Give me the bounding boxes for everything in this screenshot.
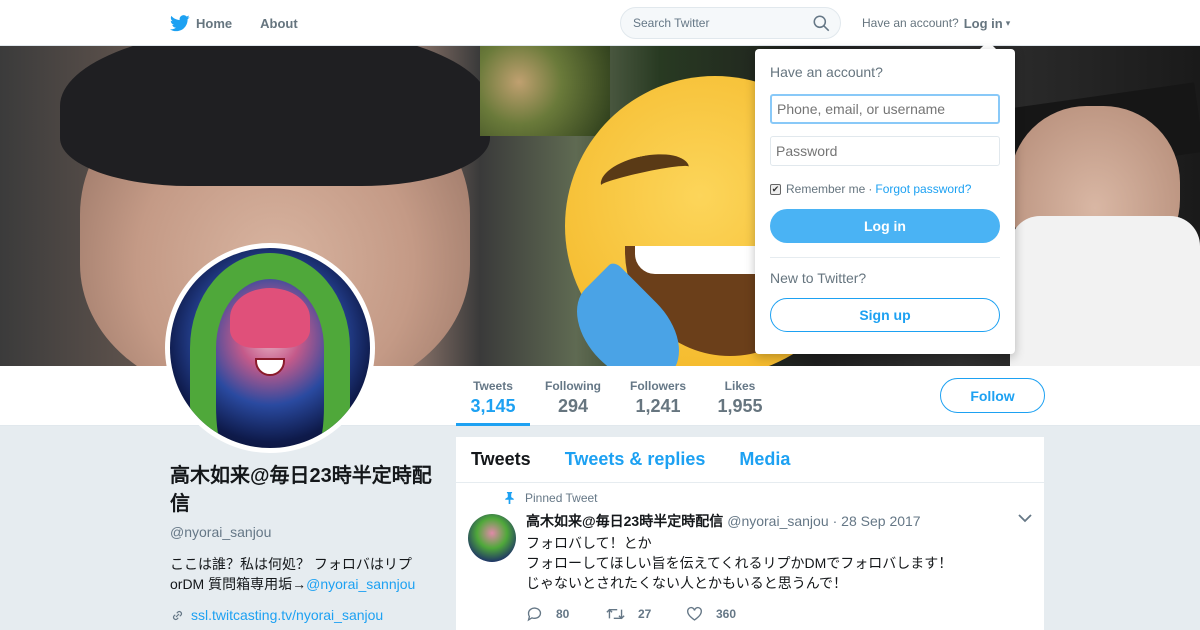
password-input[interactable] bbox=[770, 136, 1000, 166]
profile-info: 高木如来@毎日23時半定時配信 @nyorai_sanjou ここは誰？私は何処… bbox=[170, 462, 440, 623]
pin-icon bbox=[505, 492, 514, 504]
stat-likes[interactable]: Likes 1,955 bbox=[712, 366, 768, 426]
stat-value: 1,241 bbox=[635, 396, 681, 416]
new-to-twitter-text: New to Twitter? bbox=[770, 270, 867, 286]
tweet-avatar[interactable] bbox=[468, 514, 516, 562]
have-account-text: Have an account? bbox=[862, 16, 959, 30]
like-button[interactable]: 360 bbox=[686, 606, 766, 622]
forgot-password-link[interactable]: Forgot password? bbox=[875, 182, 971, 196]
remember-row: ✔ Remember me · Forgot password? bbox=[770, 182, 1000, 196]
nav-left: Home About bbox=[170, 0, 326, 46]
emoji-eye bbox=[596, 147, 694, 205]
profile-name[interactable]: 高木如来@毎日23時半定時配信 bbox=[170, 462, 440, 518]
banner-hair bbox=[60, 46, 490, 186]
tweet-line: じゃないとされたくない人とかもいると思うんで！ bbox=[526, 575, 848, 591]
stat-value: 1,955 bbox=[717, 396, 763, 416]
timeline: Tweets Tweets & replies Media Pinned Twe… bbox=[456, 437, 1044, 630]
search-icon[interactable] bbox=[813, 15, 830, 32]
nav-about-label: About bbox=[260, 15, 298, 31]
pinned-label-row: Pinned Tweet bbox=[504, 491, 1029, 505]
separator: · bbox=[868, 182, 873, 196]
timeline-tabs: Tweets Tweets & replies Media bbox=[456, 437, 1044, 483]
chevron-down-icon[interactable] bbox=[1018, 513, 1032, 523]
avatar-hood bbox=[190, 253, 350, 443]
stat-following[interactable]: Following 294 bbox=[540, 366, 606, 426]
username-input[interactable] bbox=[770, 94, 1000, 124]
nav-home[interactable]: Home bbox=[170, 0, 232, 46]
tweet-header: 高木如来@毎日23時半定時配信 @nyorai_sanjou · 28 Sep … bbox=[526, 511, 1029, 531]
pinned-tweet[interactable]: Pinned Tweet 高木如来@毎日23時半定時配信 @nyorai_san… bbox=[456, 483, 1044, 622]
tab-tweets[interactable]: Tweets bbox=[471, 449, 531, 470]
reply-count: 80 bbox=[556, 607, 570, 621]
signup-button[interactable]: Sign up bbox=[770, 298, 1000, 332]
avatar-hair bbox=[230, 288, 310, 348]
login-dropdown: Have an account? ✔ Remember me · Forgot … bbox=[755, 49, 1015, 354]
reply-icon bbox=[527, 607, 542, 622]
tweet-actions: 80 27 360 bbox=[526, 606, 1029, 622]
tweet-date[interactable]: · 28 Sep 2017 bbox=[833, 513, 921, 529]
stat-followers[interactable]: Followers 1,241 bbox=[626, 366, 690, 426]
dropdown-title: Have an account? bbox=[770, 64, 883, 80]
profile-avatar[interactable] bbox=[165, 243, 375, 453]
stat-label: Following bbox=[545, 379, 601, 393]
chevron-down-icon[interactable]: ▾ bbox=[1006, 18, 1011, 29]
retweet-icon bbox=[606, 608, 625, 620]
remember-label: Remember me bbox=[786, 182, 866, 196]
tweet-text: フォロバして！とか フォローしてほしい旨を伝えてくれるリプかDMでフォロバします… bbox=[526, 533, 1029, 593]
link-icon bbox=[172, 610, 183, 620]
stat-label: Likes bbox=[724, 379, 756, 393]
tab-media[interactable]: Media bbox=[739, 449, 790, 470]
stat-value: 3,145 bbox=[470, 396, 516, 416]
tweet-line: フォロバして！とか bbox=[526, 535, 652, 551]
retweet-button[interactable]: 27 bbox=[606, 606, 686, 622]
like-count: 360 bbox=[716, 607, 737, 621]
login-link[interactable]: Log in bbox=[964, 16, 1003, 31]
banner-plant bbox=[480, 46, 610, 136]
stat-label: Tweets bbox=[473, 379, 513, 393]
profile-handle[interactable]: @nyorai_sanjou bbox=[170, 524, 440, 540]
banner-shirt bbox=[1010, 216, 1200, 366]
profile-url[interactable]: ssl.twitcasting.tv/nyorai_sanjou bbox=[170, 607, 440, 623]
nav-home-label: Home bbox=[196, 15, 233, 31]
login-button[interactable]: Log in bbox=[770, 209, 1000, 243]
top-nav: Home About Search Twitter Have an accoun… bbox=[0, 0, 1200, 46]
pinned-label: Pinned Tweet bbox=[525, 491, 598, 505]
heart-icon bbox=[687, 606, 702, 621]
tab-tweets-replies[interactable]: Tweets & replies bbox=[565, 449, 706, 470]
remember-checkbox[interactable]: ✔ bbox=[770, 183, 781, 195]
nav-about[interactable]: About bbox=[260, 0, 298, 46]
search-placeholder: Search Twitter bbox=[633, 16, 710, 30]
profile-link-text: ssl.twitcasting.tv/nyorai_sanjou bbox=[191, 607, 384, 623]
reply-button[interactable]: 80 bbox=[526, 606, 606, 622]
bio-mention-link[interactable]: @nyorai_sannjou bbox=[306, 576, 415, 592]
stat-label: Followers bbox=[629, 379, 686, 393]
tweet-line: フォローしてほしい旨を伝えてくれるリプかDMでフォロバします！ bbox=[526, 555, 953, 571]
stat-value: 294 bbox=[557, 396, 589, 416]
profile-bio: ここは誰？私は何処？ フォロバはリプorDM 質問箱専用垢→@nyorai_sa… bbox=[170, 554, 440, 594]
tweet-author-name[interactable]: 高木如来@毎日23時半定時配信 bbox=[526, 511, 723, 531]
avatar-image bbox=[170, 248, 370, 448]
search-input[interactable]: Search Twitter bbox=[620, 7, 841, 39]
twitter-bird-icon bbox=[170, 14, 190, 31]
account-menu: Have an account? Log in ▾ bbox=[862, 0, 1010, 46]
dropdown-divider bbox=[770, 257, 1000, 258]
follow-button[interactable]: Follow bbox=[940, 378, 1045, 413]
retweet-count: 27 bbox=[638, 607, 652, 621]
stat-tweets[interactable]: Tweets 3,145 bbox=[456, 366, 530, 426]
tweet-author-handle[interactable]: @nyorai_sanjou bbox=[727, 513, 828, 529]
